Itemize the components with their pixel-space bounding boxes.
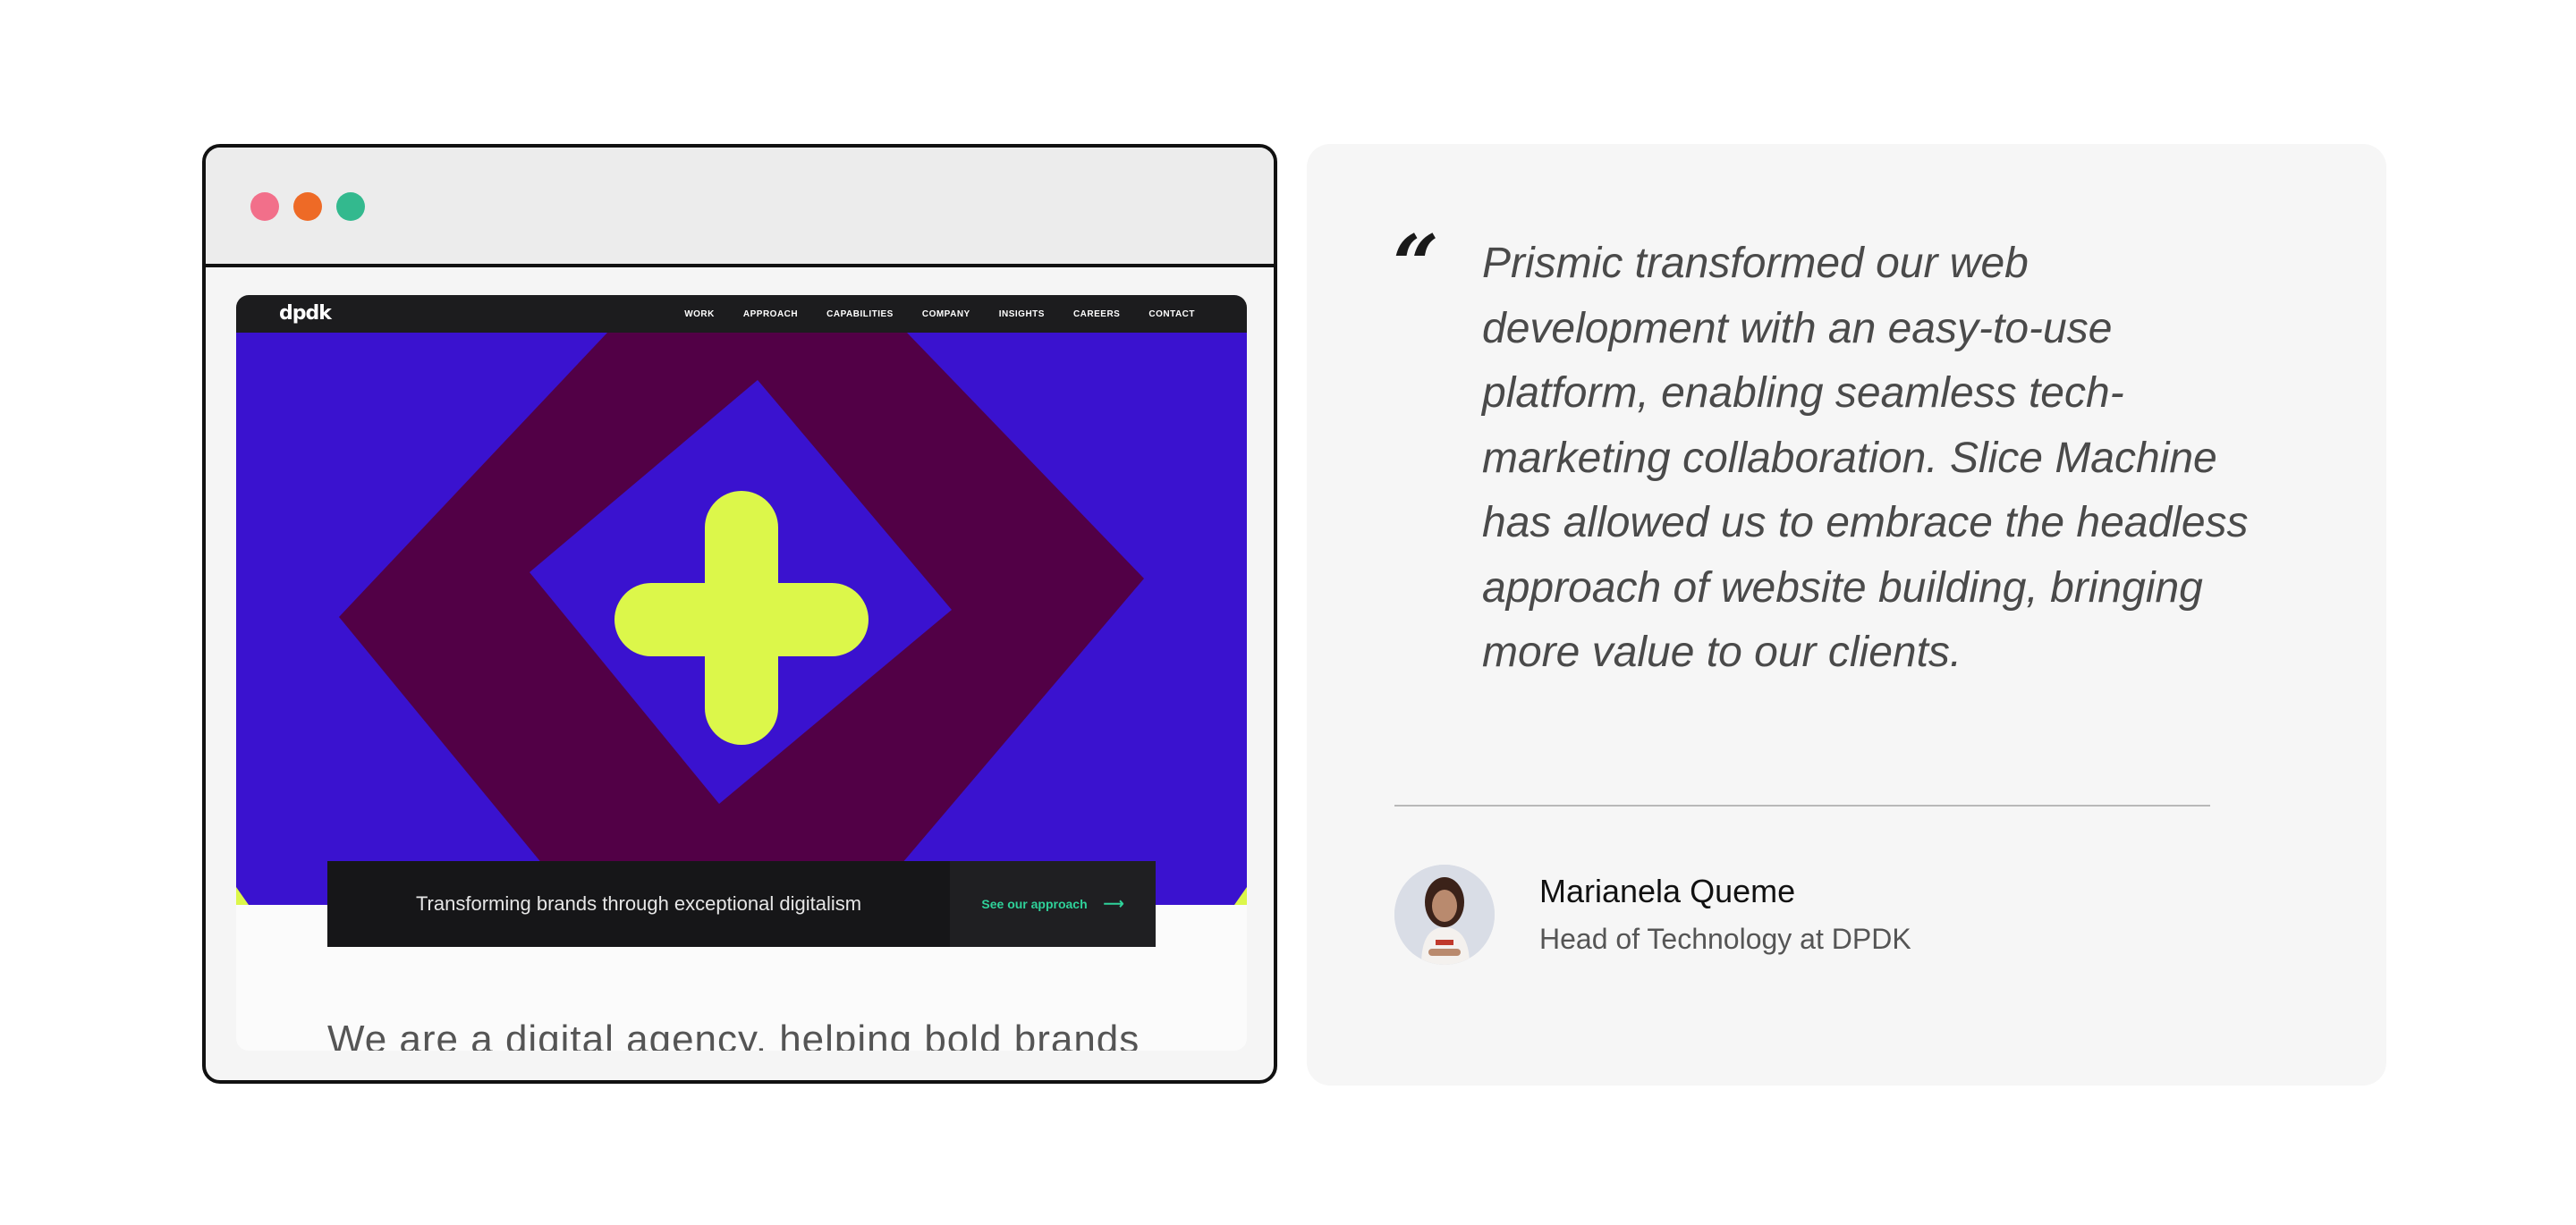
author-name: Marianela Queme — [1539, 873, 1796, 909]
see-approach-label: See our approach — [981, 897, 1088, 911]
nav-items: WORK APPROACH CAPABILITIES COMPANY INSIG… — [684, 295, 1195, 333]
testimonial-card: “ Prismic transformed our web developmen… — [1307, 144, 2386, 1086]
testimonial-quote: Prismic transformed our web development … — [1482, 240, 2249, 676]
avatar-portrait — [1394, 865, 1495, 965]
nav-item-approach[interactable]: APPROACH — [743, 309, 798, 319]
testimonial-divider — [1394, 805, 2210, 807]
site-intro-text: We are a digital agency, helping bold br… — [327, 1018, 1140, 1051]
window-close-dot[interactable] — [250, 192, 279, 221]
author-avatar — [1394, 865, 1495, 965]
window-maximize-dot[interactable] — [336, 192, 365, 221]
nav-item-contact[interactable]: CONTACT — [1148, 309, 1195, 319]
hero-graphic — [236, 333, 1247, 905]
nav-item-capabilities[interactable]: CAPABILITIES — [826, 309, 894, 319]
site-logo[interactable]: dpdk — [279, 302, 332, 325]
author-role: Head of Technology at DPDK — [1539, 923, 1911, 955]
cta-headline: Transforming brands through exceptional … — [415, 892, 862, 915]
arrow-right-icon: ⟶ — [1103, 897, 1124, 912]
browser-title-bar — [206, 148, 1274, 267]
see-approach-link[interactable]: See our approach ⟶ — [950, 861, 1156, 947]
nav-item-careers[interactable]: CAREERS — [1073, 309, 1120, 319]
quote-mark-icon: “ — [1393, 217, 1439, 312]
cta-bar: Transforming brands through exceptional … — [327, 861, 1156, 947]
nav-item-work[interactable]: WORK — [684, 309, 715, 319]
hero-image — [236, 333, 1247, 905]
window-minimize-dot[interactable] — [293, 192, 322, 221]
website-preview: dpdk WORK APPROACH CAPABILITIES COMPANY … — [236, 295, 1247, 1051]
nav-item-insights[interactable]: INSIGHTS — [999, 309, 1045, 319]
site-navbar: dpdk WORK APPROACH CAPABILITIES COMPANY … — [236, 295, 1247, 333]
nav-item-company[interactable]: COMPANY — [922, 309, 970, 319]
plus-horizontal-bar — [614, 583, 869, 656]
browser-mockup: dpdk WORK APPROACH CAPABILITIES COMPANY … — [202, 144, 1277, 1084]
